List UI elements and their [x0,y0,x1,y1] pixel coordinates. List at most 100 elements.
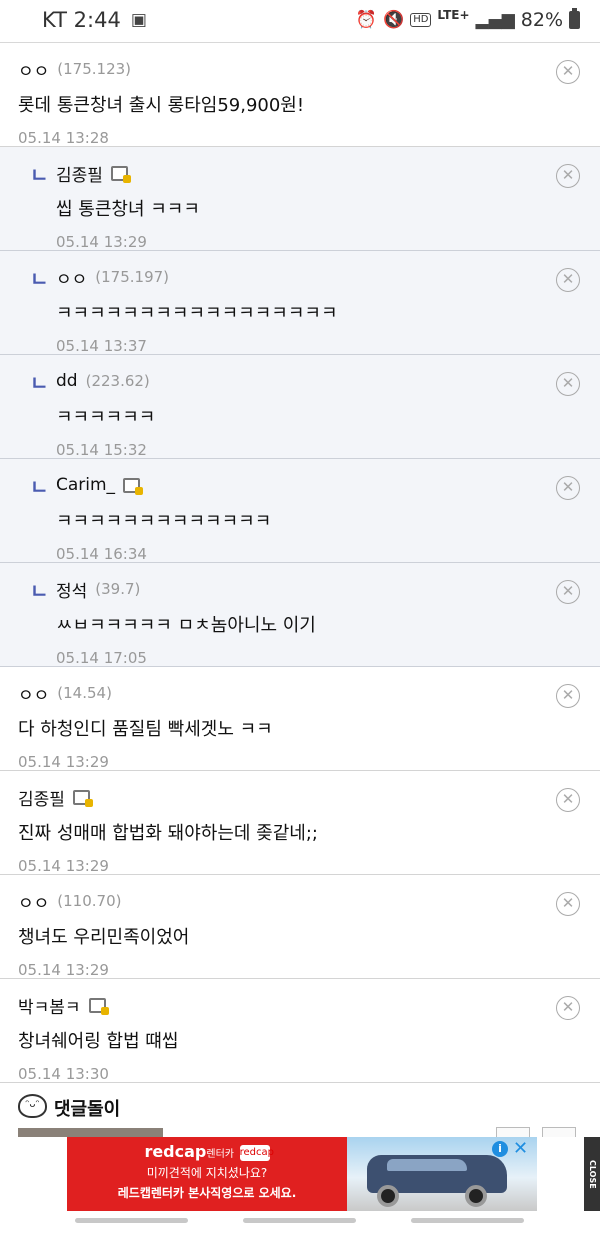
battery-percent: 82% [520,9,563,31]
reply-arrow-icon: ㄴ [30,163,49,187]
member-icon [72,789,93,807]
comment-ip: (14.54) [57,684,112,702]
comment-header: 김종필 [18,785,540,810]
comment-header: 박ㅋ봄ㅋ [18,993,540,1018]
ad-logo: redcap [239,1144,274,1161]
comment-text: 진짜 성매매 합법화 돼야하는데 좆같네;; [18,823,318,844]
car-wheel [377,1185,399,1207]
comment-time: 05.14 13:29 [18,753,109,771]
ad-close-icon[interactable]: ✕ [513,1138,528,1159]
reply-arrow-icon: ㄴ [30,579,49,603]
comment-header: Carim_ [56,473,540,497]
mute-icon: 🔇 [383,10,405,30]
delete-icon[interactable]: ✕ [556,580,580,604]
comment-ip: (110.70) [57,892,122,910]
comment-header: ㅇㅇ (110.70) [18,889,540,914]
reply-item: ㄴ dd (223.62) ㅋㅋㅋㅋㅋㅋ 05.14 15:32 ✕ [0,355,600,459]
comment-item: ㅇㅇ (175.123) 롯데 통큰창녀 출시 롱타임59,900원! 05.14 1… [0,43,600,147]
reply-arrow-icon: ㄴ [30,267,49,291]
ad-car-image[interactable] [347,1137,537,1211]
comment-author[interactable]: ㅇㅇ [18,889,49,914]
comment-time: 05.14 17:05 [56,649,147,667]
status-bar: KT 2:44 ▣ ⏰ 🔇 HD LTE+ ▂▄▆ 82% [0,0,600,40]
delete-icon[interactable]: ✕ [556,788,580,812]
comment-header: dd (223.62) [56,369,540,393]
nav-recent-button[interactable] [75,1218,188,1223]
comment-ip: (175.123) [57,60,132,78]
comment-header: ㅇㅇ (175.123) [18,57,540,82]
member-icon [110,165,131,183]
comment-author[interactable]: 김종필 [56,161,103,186]
comment-ip: (175.197) [95,268,170,286]
comment-time: 05.14 16:34 [56,545,147,563]
comment-author[interactable]: ㅇㅇ [56,265,87,290]
reply-item: ㄴ Carim_ ㅋㅋㅋㅋㅋㅋㅋㅋㅋㅋㅋㅋㅋ 05.14 16:34 ✕ [0,459,600,563]
nav-home-button[interactable] [243,1218,356,1223]
ad-brand: redcap렌터카 redcap [144,1142,274,1161]
comment-text: ㅋㅋㅋㅋㅋㅋ [56,407,156,428]
nav-back-button[interactable] [411,1218,524,1223]
comment-text: 창녀쉐어링 합법 떄씹 [18,1031,179,1052]
comment-text: 롯데 통큰창녀 출시 롱타임59,900원! [18,95,305,116]
comment-item: 김종필진짜 성매매 합법화 돼야하는데 좆같네;; 05.14 13:29 ✕ [0,771,600,875]
reply-arrow-icon: ㄴ [30,475,49,499]
car-wheel [465,1185,487,1207]
comment-author[interactable]: 박ㅋ봄ㅋ [18,993,81,1018]
delete-icon[interactable]: ✕ [556,684,580,708]
reply-item: ㄴㅇㅇ (175.197) ㅋㅋㅋㅋㅋㅋㅋㅋㅋㅋㅋㅋㅋㅋㅋㅋㅋ 05.14 13:37… [0,251,600,355]
comment-author[interactable]: 정석 [56,577,87,602]
comment-text: ㅋㅋㅋㅋㅋㅋㅋㅋㅋㅋㅋㅋㅋ [56,511,272,532]
comment-author[interactable]: 김종필 [18,785,65,810]
comment-author[interactable]: ㅇㅇ [18,681,49,706]
comment-author[interactable]: dd [56,371,78,391]
delete-icon[interactable]: ✕ [556,476,580,500]
comment-time: 05.14 13:29 [18,961,109,979]
car-window [387,1159,467,1171]
comment-header: 김종필 [56,161,540,186]
comment-text: 챙녀도 우리민족이었어 [18,927,190,948]
comment-bot-section: ᵔᴗᵔ 댓글돌이 [0,1083,600,1142]
comment-text: ㅆㅂㅋㅋㅋㅋㅋ ㅁㅊ놈아니노 이기 [56,615,316,636]
comment-ip: (223.62) [85,372,150,390]
delete-icon[interactable]: ✕ [556,268,580,292]
comment-list: ㅇㅇ (175.123) 롯데 통큰창녀 출시 롱타임59,900원! 05.14 1… [0,42,600,1083]
comment-text: ㅋㅋㅋㅋㅋㅋㅋㅋㅋㅋㅋㅋㅋㅋㅋㅋㅋ [56,303,338,324]
navigation-bar [0,1211,600,1233]
comment-bot-title: 댓글돌이 [54,1099,121,1120]
comment-time: 05.14 13:28 [18,129,109,147]
carrier-time: KT 2:44 [42,8,121,32]
ad-close-button[interactable]: CLOSE [584,1137,600,1211]
comment-time: 05.14 13:30 [18,1065,109,1083]
comment-time: 05.14 13:29 [18,857,109,875]
signal-icon: ▂▄▆ [475,10,515,30]
comment-item: ㅇㅇ (110.70) 챙녀도 우리민족이었어 05.14 13:29 ✕ [0,875,600,979]
member-icon [88,997,109,1015]
alarm-icon: ⏰ [355,10,378,30]
comment-author[interactable]: ㅇㅇ [18,57,49,82]
delete-icon[interactable]: ✕ [556,892,580,916]
ad-headline: 미끼견적에 지치셨나요? [146,1166,268,1180]
reply-item: ㄴ 김종필씹 통큰창녀 ㅋㅋㅋ 05.14 13:29 ✕ [0,147,600,251]
battery-icon [569,8,580,29]
comment-time: 05.14 15:32 [56,441,147,459]
delete-icon[interactable]: ✕ [556,164,580,188]
comment-header: ㅇㅇ (14.54) [18,681,540,706]
comment-time: 05.14 13:29 [56,233,147,251]
hd-badge: HD [410,13,432,27]
delete-icon[interactable]: ✕ [556,372,580,396]
reply-item: ㄴ 정석 (39.7) ㅆㅂㅋㅋㅋㅋㅋ ㅁㅊ놈아니노 이기 05.14 17:05 ✕ [0,563,600,667]
delete-icon[interactable]: ✕ [556,60,580,84]
comment-author[interactable]: Carim_ [56,475,115,495]
ad-info-icon[interactable]: i [492,1141,508,1157]
member-icon [123,477,144,495]
ad-banner[interactable]: redcap렌터카 redcap 미끼견적에 지치셨나요? 레드캡렌터카 본사직… [0,1137,600,1211]
comment-header: 정석 (39.7) [56,577,540,602]
comment-time: 05.14 13:37 [56,337,147,355]
comment-text: 씹 통큰창녀 ㅋㅋㅋ [56,199,200,220]
delete-icon[interactable]: ✕ [556,996,580,1020]
gallery-icon: ▣ [130,10,147,30]
comment-item: 박ㅋ봄ㅋ 창녀쉐어링 합법 떄씹 05.14 13:30 ✕ [0,979,600,1083]
comment-header: ㅇㅇ (175.197) [56,265,540,290]
comment-text: 다 하청인디 품질팀 빡세겟노 ㅋㅋ [18,719,273,740]
ad-text-panel[interactable]: redcap렌터카 redcap 미끼견적에 지치셨나요? 레드캡렌터카 본사직… [67,1137,347,1211]
